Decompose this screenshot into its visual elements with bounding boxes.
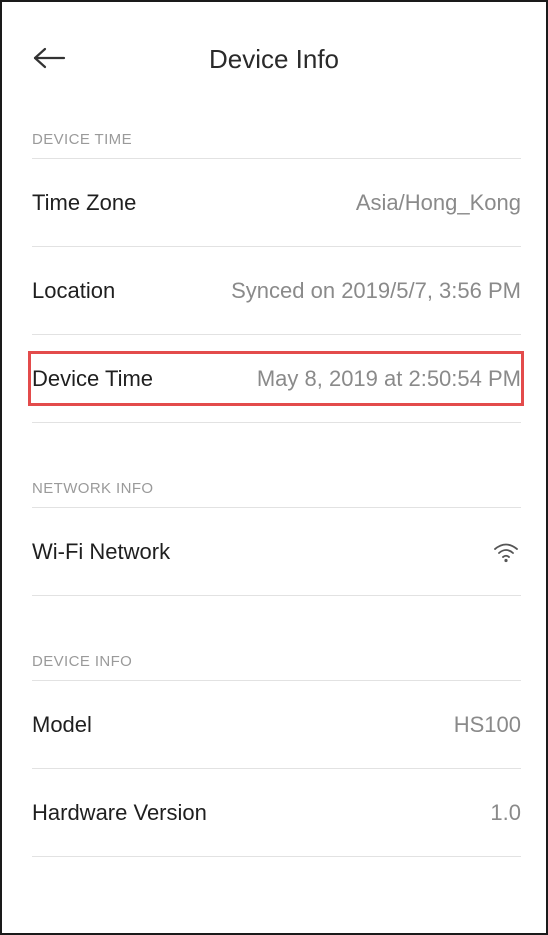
model-row[interactable]: Model HS100	[32, 681, 521, 769]
wifi-network-label: Wi-Fi Network	[32, 538, 171, 564]
device-info-screen: Device Info DEVICE TIME Time Zone Asia/H…	[0, 0, 548, 935]
page-title: Device Info	[208, 44, 340, 74]
time-zone-value: Asia/Hong_Kong	[355, 189, 521, 215]
location-label: Location	[32, 277, 116, 303]
hardware-version-label: Hardware Version	[32, 799, 207, 825]
hardware-version-row[interactable]: Hardware Version 1.0	[32, 769, 521, 857]
time-zone-label: Time Zone	[32, 189, 137, 215]
model-label: Model	[32, 711, 92, 737]
location-row[interactable]: Location Synced on 2019/5/7, 3:56 PM	[32, 247, 521, 335]
location-value: Synced on 2019/5/7, 3:56 PM	[231, 277, 521, 303]
section-header-network-info: NETWORK INFO	[32, 480, 154, 497]
header: Device Info	[2, 2, 546, 114]
hardware-version-value: 1.0	[490, 799, 521, 825]
section-header-device-time: DEVICE TIME	[32, 131, 132, 148]
model-value: HS100	[453, 711, 521, 737]
device-time-value: May 8, 2019 at 2:50:54 PM	[256, 365, 521, 391]
wifi-network-row[interactable]: Wi-Fi Network	[32, 508, 521, 596]
device-time-row[interactable]: Device Time May 8, 2019 at 2:50:54 PM	[28, 335, 524, 423]
section-header-device-info: DEVICE INFO	[32, 653, 133, 670]
wifi-icon	[494, 543, 518, 562]
device-time-label: Device Time	[32, 365, 154, 391]
time-zone-row[interactable]: Time Zone Asia/Hong_Kong	[32, 159, 521, 247]
